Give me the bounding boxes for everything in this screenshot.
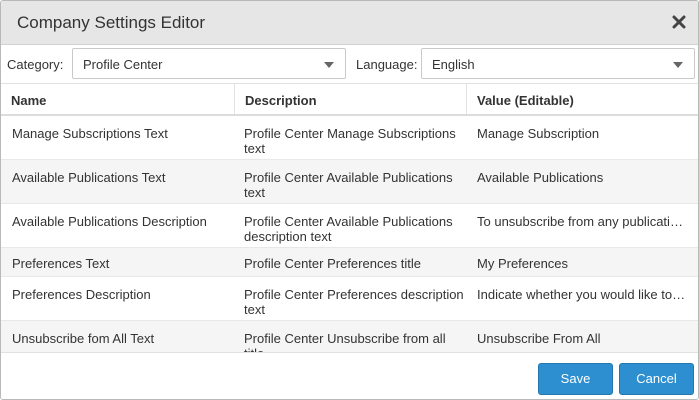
name-cell: Available Publications Description [12,214,207,229]
description-cell: Profile Center Manage Subscriptions text [244,126,456,156]
category-select[interactable]: Profile Center [72,48,346,79]
value-cell[interactable]: Available Publications [477,170,687,185]
company-settings-dialog: Company Settings Editor Category: Profil… [0,0,699,400]
value-cell[interactable]: My Preferences [477,256,687,271]
table-body: Manage Subscriptions Text Profile Center… [1,116,698,352]
dialog-title: Company Settings Editor [17,13,206,32]
table-row[interactable]: Preferences Description Profile Center P… [1,277,698,321]
column-header-description[interactable]: Description [234,84,466,114]
language-select[interactable]: English [421,48,695,79]
settings-table: Name Description Value (Editable) Manage… [1,84,698,352]
category-select-value: Profile Center [83,57,163,72]
value-cell[interactable]: Manage Subscription [477,126,687,141]
table-row[interactable]: Unsubscribe fom All Text Profile Center … [1,321,698,352]
table-row[interactable]: Manage Subscriptions Text Profile Center… [1,116,698,160]
description-cell: Profile Center Preferences description t… [244,287,464,317]
column-header-name[interactable]: Name [1,84,234,114]
description-cell: Profile Center Unsubscribe from all titl… [244,331,446,352]
dialog-footer: Save Cancel [1,352,698,399]
chevron-down-icon [324,62,334,68]
name-cell: Unsubscribe fom All Text [12,331,155,346]
name-cell: Manage Subscriptions Text [12,126,168,141]
description-cell: Profile Center Preferences title [244,256,422,271]
name-cell: Preferences Text [12,256,110,271]
table-row[interactable]: Available Publications Description Profi… [1,204,698,248]
dialog-titlebar: Company Settings Editor [1,1,698,45]
name-cell: Preferences Description [12,287,151,302]
description-cell: Profile Center Available Publications te… [244,170,453,200]
column-header-value[interactable]: Value (Editable) [466,84,698,114]
table-row[interactable]: Preferences Text Profile Center Preferen… [1,248,698,277]
value-cell[interactable]: Indicate whether you would like to recei… [477,287,687,302]
table-header: Name Description Value (Editable) [1,84,698,116]
category-label: Category: [7,57,64,72]
save-button[interactable]: Save [538,363,613,395]
cancel-button[interactable]: Cancel [619,363,694,395]
language-select-value: English [432,57,475,72]
close-icon[interactable] [672,15,686,29]
value-cell[interactable]: Unsubscribe From All [477,331,687,346]
chevron-down-icon [673,62,683,68]
filter-bar: Category: Profile Center Language: Engli… [1,45,698,84]
name-cell: Available Publications Text [12,170,166,185]
language-label: Language: [356,57,418,72]
description-cell: Profile Center Available Publications de… [244,214,453,244]
value-cell[interactable]: To unsubscribe from any publications [477,214,687,229]
table-row[interactable]: Available Publications Text Profile Cent… [1,160,698,204]
